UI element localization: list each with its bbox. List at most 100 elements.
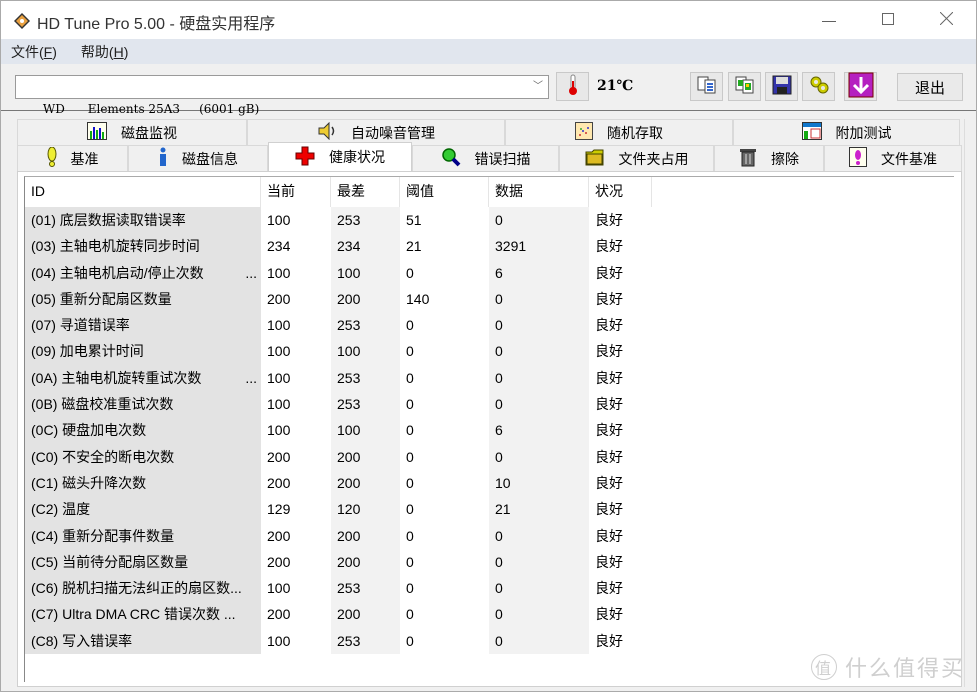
close-button[interactable] <box>917 1 975 39</box>
current-value-cell: 100 <box>261 312 331 339</box>
attribute-id-cell-text: (04) 主轴电机启动/停止次数 <box>31 264 204 281</box>
column-header-status[interactable]: 状况 <box>589 177 652 207</box>
tab-extra-tests[interactable]: 附加测试 <box>733 119 960 145</box>
worst-value-cell-text: 200 <box>337 606 361 623</box>
table-row[interactable]: (0C) 硬盘加电次数 100 100 0 6 良好 <box>25 417 652 444</box>
threshold-cell: 0 <box>400 443 489 470</box>
attribute-id-cell-text: (C4) 重新分配事件数量 <box>31 527 175 544</box>
threshold-cell: 0 <box>400 548 489 576</box>
tab-folder-usage[interactable]: 文件夹占用 <box>559 145 714 171</box>
raw-data-cell-text: 0 <box>495 527 503 544</box>
tab-benchmark[interactable]: 基准 <box>17 145 128 171</box>
drive-select[interactable]: WD Elements 25A3 (6001 gB) ﹀ <box>15 75 549 116</box>
copy-screenshot-button[interactable] <box>728 72 761 101</box>
threshold-cell-text: 0 <box>406 553 414 570</box>
table-row[interactable]: (0B) 磁盘校准重试次数 100 253 0 0 良好 <box>25 391 652 418</box>
current-value-cell: 200 <box>261 601 331 628</box>
current-value-cell-text: 200 <box>267 606 291 623</box>
minimize-to-tray-button[interactable] <box>844 72 877 101</box>
raw-data-cell: 0 <box>489 548 589 576</box>
raw-data-cell: 6 <box>489 417 589 444</box>
status-cell: 良好 <box>589 312 652 339</box>
current-value-cell-text: 100 <box>267 317 291 334</box>
current-value-cell-text: 100 <box>267 369 291 386</box>
tab-erase[interactable]: 擦除 <box>714 145 824 171</box>
drive-select-value: WD Elements 25A3 (6001 gB) <box>42 102 260 116</box>
options-button[interactable] <box>802 72 835 101</box>
status-cell-text: 良好 <box>595 317 623 334</box>
status-cell-text: 良好 <box>595 212 623 228</box>
table-row[interactable]: (09) 加电累计时间 100 100 0 0 良好 <box>25 338 652 365</box>
raw-data-cell: 0 <box>489 207 589 234</box>
attribute-id-cell-text: (07) 寻道错误率 <box>31 317 130 334</box>
attribute-id-cell: (0B) 磁盘校准重试次数 <box>25 391 261 418</box>
attribute-id-cell-text: (C1) 磁头升降次数 <box>31 474 147 491</box>
smart-attribute-list[interactable]: ID 当前 最差 阈值 数据 状况 (01) 底层数据读取错误率 100 253 51… <box>24 176 954 682</box>
menu-file[interactable]: 文件(F) <box>1 42 67 62</box>
table-row[interactable]: (07) 寻道错误率 100 253 0 0 良好 <box>25 312 652 339</box>
table-row[interactable]: (C6) 脱机扫描无法纠正的扇区数... 100 253 0 0 良好 <box>25 575 652 602</box>
maximize-icon <box>882 12 894 28</box>
attribute-id-cell-text: (09) 加电累计时间 <box>31 343 144 360</box>
worst-value-cell: 100 <box>331 259 400 286</box>
column-header-worst[interactable]: 最差 <box>331 177 400 207</box>
threshold-cell-text: 51 <box>406 212 422 228</box>
tab-disk-monitor[interactable]: 磁盘监视 <box>17 119 247 145</box>
toolbar: WD Elements 25A3 (6001 gB) ﹀ 21℃ 退出 <box>1 64 976 116</box>
save-button[interactable] <box>765 72 798 101</box>
status-cell: 良好 <box>589 575 652 602</box>
table-row[interactable]: (03) 主轴电机旋转同步时间 234 234 21 3291 良好 <box>25 233 652 260</box>
tab-health[interactable]: 健康状况 <box>268 142 412 171</box>
current-value-cell-text: 100 <box>267 264 291 281</box>
table-row[interactable]: (C2) 温度 129 120 0 21 良好 <box>25 496 652 523</box>
tab-error-scan[interactable]: 错误扫描 <box>412 145 559 171</box>
maximize-button[interactable] <box>859 1 917 39</box>
table-row[interactable]: (0A) 主轴电机旋转重试次数... 100 253 0 0 良好 <box>25 364 652 392</box>
watermark-badge: 值 <box>811 654 837 680</box>
raw-data-cell-text: 0 <box>495 396 503 413</box>
status-cell-text: 良好 <box>595 290 623 307</box>
attribute-id-cell: (04) 主轴电机启动/停止次数... <box>25 259 261 286</box>
table-row[interactable]: (C8) 写入错误率 100 253 0 0 良好 <box>25 627 652 655</box>
current-value-cell-text: 200 <box>267 448 291 465</box>
threshold-cell-text: 0 <box>406 527 414 544</box>
minimize-button[interactable]: — <box>800 1 858 39</box>
current-value-cell: 200 <box>261 285 331 313</box>
table-row[interactable]: (04) 主轴电机启动/停止次数... 100 100 0 6 良好 <box>25 259 652 286</box>
attribute-id-cell: (07) 寻道错误率 <box>25 312 261 339</box>
worst-value-cell-text: 200 <box>337 290 361 307</box>
table-row[interactable]: (01) 底层数据读取错误率 100 253 51 0 良好 <box>25 207 652 234</box>
table-row[interactable]: (C1) 磁头升降次数 200 200 0 10 良好 <box>25 469 652 497</box>
table-row[interactable]: (C4) 重新分配事件数量 200 200 0 0 良好 <box>25 522 652 549</box>
copy-text-button[interactable] <box>690 72 723 101</box>
threshold-cell-text: 0 <box>406 264 414 281</box>
table-row[interactable]: (C7) Ultra DMA CRC 错误次数 ... 200 200 0 0 良好 <box>25 601 652 628</box>
raw-data-cell-text: 0 <box>495 448 503 465</box>
current-value-cell: 234 <box>261 233 331 260</box>
column-header-id[interactable]: ID <box>25 177 261 207</box>
column-header-threshold[interactable]: 阈值 <box>400 177 489 207</box>
current-value-cell-text: 100 <box>267 422 291 439</box>
menu-help[interactable]: 帮助(H) <box>71 42 138 62</box>
attribute-id-cell-text: (0B) 磁盘校准重试次数 <box>31 396 174 413</box>
column-header-data[interactable]: 数据 <box>489 177 589 207</box>
threshold-cell-text: 0 <box>406 474 414 491</box>
table-row[interactable]: (05) 重新分配扇区数量 200 200 140 0 良好 <box>25 285 652 313</box>
raw-data-cell: 0 <box>489 364 589 392</box>
temperature-button[interactable] <box>556 72 589 101</box>
threshold-cell: 140 <box>400 285 489 313</box>
status-cell: 良好 <box>589 259 652 286</box>
exit-button[interactable]: 退出 <box>897 73 963 101</box>
tab-label: 健康状况 <box>329 149 385 165</box>
table-row[interactable]: (C5) 当前待分配扇区数量 200 200 0 0 良好 <box>25 548 652 576</box>
tab-file-benchmark[interactable]: 文件基准 <box>824 145 962 171</box>
column-header-current[interactable]: 当前 <box>261 177 331 207</box>
tab-row-bottom: 基准 磁盘信息 健康状况 错误扫描 文件夹占用 擦除 文件基准 <box>17 142 962 171</box>
temperature-readout: 21℃ <box>597 78 634 94</box>
chevron-down-icon[interactable]: ﹀ <box>528 76 548 98</box>
tab-disk-info[interactable]: 磁盘信息 <box>128 145 268 171</box>
current-value-cell: 100 <box>261 338 331 365</box>
tab-random-access[interactable]: 随机存取 <box>505 119 733 145</box>
table-row[interactable]: (C0) 不安全的断电次数 200 200 0 0 良好 <box>25 443 652 470</box>
list-rows: (01) 底层数据读取错误率 100 253 51 0 良好 (03) 主轴电机旋转同步时间… <box>25 207 652 655</box>
